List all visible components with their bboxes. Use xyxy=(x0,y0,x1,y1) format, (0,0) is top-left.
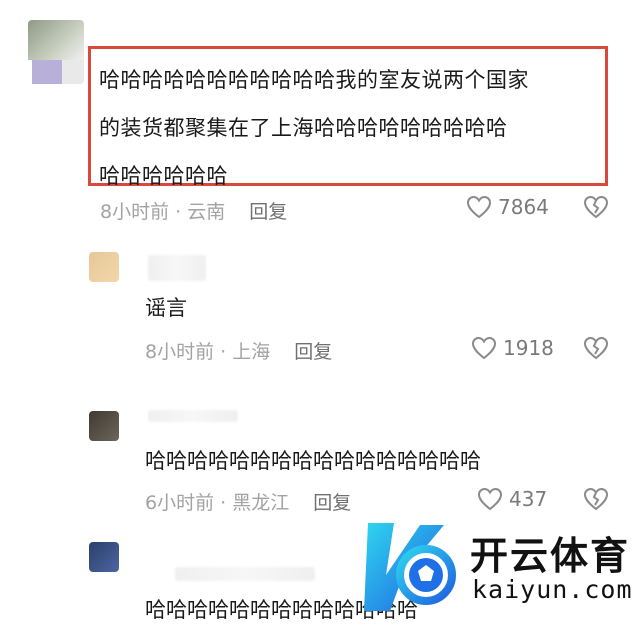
reply-location: 黑龙江 xyxy=(232,492,290,514)
like-count: 1918 xyxy=(503,336,554,360)
kaiyun-logo-icon xyxy=(364,523,456,611)
heart-icon xyxy=(471,336,497,360)
reply-time: 6小时前 xyxy=(145,492,215,514)
reply-button[interactable]: 回复 xyxy=(294,341,332,363)
comment-line: 的装货都聚集在了上海哈哈哈哈哈哈哈哈哈 xyxy=(99,116,508,140)
avatar[interactable] xyxy=(89,542,119,572)
reply-meta: 6小时前 · 黑龙江 回复 xyxy=(145,488,351,515)
reply-meta: 8小时前 · 上海 回复 xyxy=(145,337,332,364)
comment-line: 哈哈哈哈哈哈 xyxy=(99,164,228,188)
comment-meta: 8小时前 · 云南 回复 xyxy=(100,197,287,224)
username-blurred xyxy=(148,255,206,281)
comment-location: 云南 xyxy=(187,201,226,223)
like-count: 7864 xyxy=(498,195,549,219)
comment-text: 哈哈哈哈哈哈哈哈哈哈哈我的室友说两个国家 的装货都聚集在了上海哈哈哈哈哈哈哈哈哈… xyxy=(99,56,609,200)
username-blurred xyxy=(175,567,315,581)
like-button[interactable]: 7864 xyxy=(466,195,549,219)
reply-button[interactable]: 回复 xyxy=(313,492,351,514)
avatar[interactable] xyxy=(28,20,84,84)
watermark-url: kaiyun.com xyxy=(472,575,633,604)
like-count: 437 xyxy=(509,487,548,511)
username-blurred xyxy=(148,410,238,422)
watermark-title: 开云体育 xyxy=(470,534,631,578)
broken-heart-icon xyxy=(583,195,609,219)
reply-text: 谣言 xyxy=(145,296,187,320)
like-button[interactable]: 1918 xyxy=(471,336,554,360)
heart-icon xyxy=(466,195,492,219)
avatar[interactable] xyxy=(89,252,119,282)
dislike-button[interactable] xyxy=(583,336,609,360)
broken-heart-icon xyxy=(583,336,609,360)
separator: · xyxy=(220,341,227,363)
like-button[interactable]: 437 xyxy=(477,487,547,511)
comment-time: 8小时前 xyxy=(100,201,170,223)
separator: · xyxy=(220,492,227,514)
reply-location: 上海 xyxy=(232,341,271,363)
heart-icon xyxy=(477,487,503,511)
reply-time: 8小时前 xyxy=(145,341,215,363)
reply-button[interactable]: 回复 xyxy=(249,201,287,223)
broken-heart-icon xyxy=(583,487,609,511)
watermark-logo: 开云体育 kaiyun.com xyxy=(360,515,633,619)
dislike-button[interactable] xyxy=(583,195,609,219)
reply-text: 哈哈哈哈哈哈哈哈哈哈哈哈哈哈哈哈 xyxy=(145,449,481,473)
dislike-button[interactable] xyxy=(583,487,609,511)
separator: · xyxy=(175,201,182,223)
comment-line: 哈哈哈哈哈哈哈哈哈哈哈我的室友说两个国家 xyxy=(99,68,529,92)
avatar[interactable] xyxy=(89,411,119,441)
